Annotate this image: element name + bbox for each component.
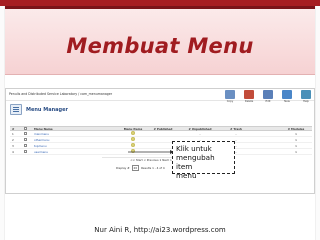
admin-toolbar: Copy Delete Edit New Help — [223, 90, 313, 103]
trash-count: - — [235, 131, 237, 136]
col-modules: # Modules — [287, 126, 305, 131]
toolbar-edit-button[interactable]: Edit — [261, 90, 275, 103]
callout-line-1: Klik untuk — [176, 144, 212, 153]
row-checkbox[interactable] — [24, 149, 27, 153]
col-published: # Published — [153, 126, 173, 131]
menu-manager-icon — [10, 104, 22, 115]
admin-screenshot: Penulis and Distributed Service Laborato… — [5, 88, 315, 194]
edit-menu-items-icon[interactable] — [131, 131, 135, 135]
menu-name-link[interactable]: topmenu — [32, 144, 120, 148]
help-icon — [301, 90, 311, 99]
results-count: Results 1 - 4 of 4 — [141, 166, 165, 170]
delete-icon — [244, 90, 254, 99]
col-menu-items: Menu Items — [123, 126, 143, 131]
row-number: 3 — [12, 143, 14, 148]
col-trash: # Trash — [230, 126, 242, 131]
admin-header: Penulis and Distributed Service Laborato… — [6, 89, 314, 103]
row-number: 2 — [12, 137, 14, 142]
select-all-checkbox[interactable] — [24, 126, 27, 130]
col-menu-name[interactable]: Menu Name — [32, 127, 120, 131]
new-icon — [282, 90, 292, 99]
menu-name-link[interactable]: othermenu — [32, 138, 120, 142]
edit-menu-items-icon[interactable] — [131, 149, 135, 153]
toolbar-delete-button[interactable]: Delete — [242, 90, 256, 103]
menu-name-link[interactable]: usermenu — [32, 150, 120, 154]
menu-manager-heading: Menu Manager — [10, 104, 68, 115]
toolbar-label: Help — [303, 100, 309, 103]
edit-menu-items-icon[interactable] — [131, 137, 135, 141]
col-checkbox[interactable] — [22, 126, 32, 131]
admin-site-title: Penulis and Distributed Service Laborato… — [9, 92, 113, 96]
edit-menu-items-icon[interactable] — [131, 143, 135, 147]
toolbar-label: Edit — [265, 100, 271, 103]
callout-box: Klik untuk mengubah item menu — [172, 141, 235, 180]
table-row: 4 usermenu - - 1 — [10, 149, 312, 155]
toolbar-label: Delete — [244, 100, 254, 103]
callout-line-2: mengubah item — [176, 153, 215, 171]
toolbar-label: Copy — [226, 100, 234, 103]
row-checkbox[interactable] — [24, 131, 27, 135]
slide-right-border — [315, 6, 320, 240]
display-limit-select[interactable]: 20 — [131, 165, 140, 171]
col-number: # — [12, 126, 15, 131]
slide-title-panel: Membuat Menu — [5, 9, 315, 75]
slide-title: Membuat Menu — [66, 34, 254, 58]
toolbar-new-button[interactable]: New — [280, 90, 294, 103]
menu-manager-title: Menu Manager — [26, 106, 68, 113]
modules-count: 1 — [295, 149, 297, 154]
toolbar-copy-button[interactable]: Copy — [223, 90, 237, 103]
toolbar-label: New — [284, 100, 290, 103]
toolbar-help-button[interactable]: Help — [299, 90, 313, 103]
slide-footer: Nur Aini R, http://ai23.wordpress.com — [94, 226, 226, 234]
edit-icon — [263, 90, 273, 99]
unpublished-count: - — [199, 131, 201, 136]
callout-line-3: menu — [176, 171, 197, 180]
row-number: 4 — [12, 149, 14, 154]
menu-name-link[interactable]: mainmenu — [32, 132, 120, 136]
row-number: 1 — [12, 131, 14, 136]
row-checkbox[interactable] — [24, 143, 27, 147]
col-unpublished: # Unpublished — [188, 126, 212, 131]
modules-count: 1 — [295, 143, 297, 148]
row-checkbox[interactable] — [24, 137, 27, 141]
display-controls: Display # 20 Results 1 - 4 of 4 — [116, 165, 165, 171]
copy-icon — [225, 90, 235, 99]
display-label: Display # — [116, 166, 130, 170]
modules-count: 1 — [295, 137, 297, 142]
menu-table: # Menu Name Menu Items # Published # Unp… — [10, 126, 312, 155]
modules-count: 1 — [295, 131, 297, 136]
